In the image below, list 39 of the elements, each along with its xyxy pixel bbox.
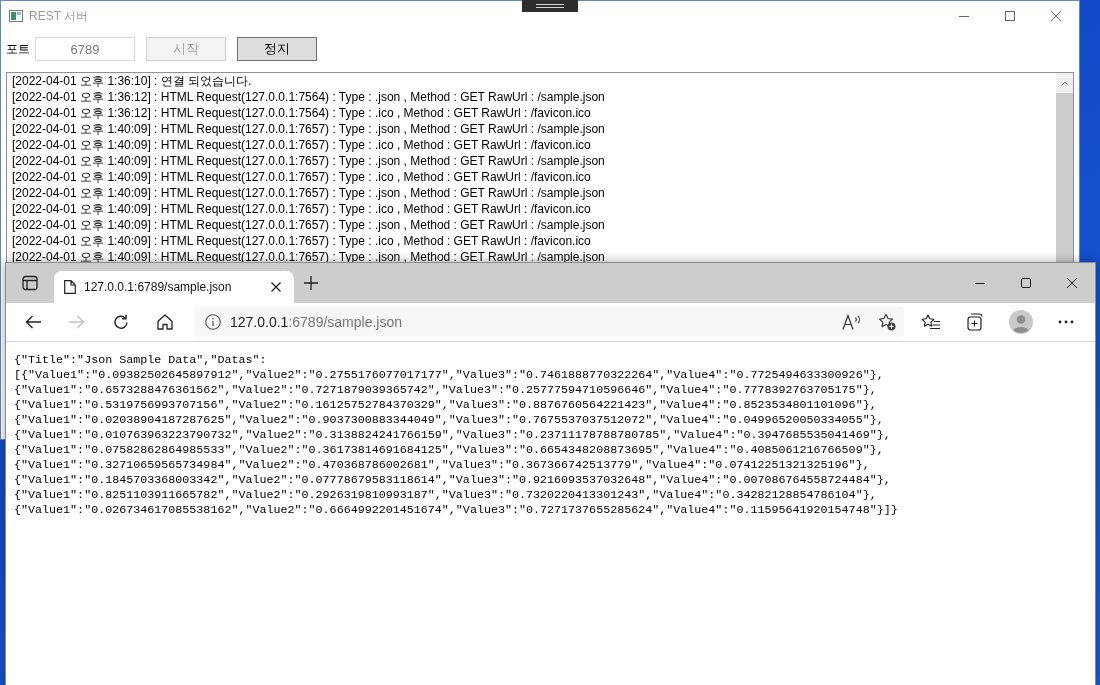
browser-tab[interactable]: 127.0.0.1:6789/sample.json xyxy=(54,271,294,303)
close-icon xyxy=(271,282,281,292)
window-title: REST 서버 xyxy=(29,7,89,25)
info-icon[interactable] xyxy=(205,314,221,330)
arrow-left-icon xyxy=(25,315,41,329)
log-line: [2022-04-01 오후 1:36:10] : 연결 되었습니다. xyxy=(12,73,252,89)
log-line: [2022-04-01 오후 1:40:09] : HTML Request(127.0.0.1:7657) : Type : .ico , Method : GET RawUrl : /favicon.ico xyxy=(12,169,591,185)
star-list-icon xyxy=(921,314,941,330)
maximize-icon xyxy=(1005,11,1015,21)
close-icon xyxy=(1067,278,1077,288)
log-line: [2022-04-01 오후 1:36:12] : HTML Request(127.0.0.1:7564) : Type : .json , Method : GET RawUrl : /sample.json xyxy=(12,89,605,105)
grip-handle[interactable] xyxy=(522,0,578,12)
log-line: [2022-04-01 오후 1:40:09] : HTML Request(127.0.0.1:7657) : Type : .ico , Method : GET RawUrl : /favicon.ico xyxy=(12,233,591,249)
arrow-right-icon xyxy=(69,315,85,329)
home-icon xyxy=(157,314,173,330)
log-line: [2022-04-01 오후 1:40:09] : HTML Request(127.0.0.1:7657) : Type : .json , Method : GET RawUrl : /sample.json xyxy=(12,185,605,201)
close-icon xyxy=(1051,11,1061,21)
log-line: [2022-04-01 오후 1:40:09] : HTML Request(127.0.0.1:7657) : Type : .ico , Method : GET RawUrl : /favicon.ico xyxy=(12,137,591,153)
plus-icon xyxy=(304,276,318,290)
document-icon xyxy=(64,280,76,294)
app-window-icon xyxy=(9,9,23,23)
avatar-icon xyxy=(1009,310,1033,334)
log-line: [2022-04-01 오후 1:40:09] : HTML Request(127.0.0.1:7657) : Type : .json , Method : GET RawUrl : /sample.json xyxy=(12,217,605,233)
stop-button[interactable]: 정지 xyxy=(237,37,317,61)
chevron-up-icon xyxy=(1060,80,1069,86)
json-response-text: {"Title":"Json Sample Data","Datas": [{"Value1":"0.09382502645897912","Value2":"0.2755176077017177","Value3":"0.7461888770322264","Value4":"0.7725494633300926"}, {"Value1":"0.6573288476361562","Value2":"0.7271879039365742","Value3":"0.25777594710596646","Value4":"0.7778392763705175"}, {"Value1":"0.5319756993707156","Value2":"0.16125752784370329","Value3":"0.8876760564221423","Value4":"0.8523534801101096"}, {"Value1":"0.02038904187287625","Value2":"0.9037300883344049","Value3":"0.7675537037512072","Value4":"0.04996520050334055"}, {"Value1":"0.010763963223790732","Value2":"0.3138824241766159","Value3":"0.23711178788780785","Value4":"0.3947685535041469"}, {"Value1":"0.07582862864985533","Value2":"0.36173814691684125","Value3":"0.6654348208873695","Value4":"0.4085061216766509"}, {"Value1":"0.32710659565734984","Value2":"0.470368786002681","Value3":"0.367366742513779","Value4":"0.07412251321325196"}, {"Value1":"0.1845703368003342","Value2":"0.07778679583118614","Value3":"0.9216093537032648","Value4":"0.007086764558724484"}, {"Value1":"0.8251103911665782","Value2":"0.2926319810993187","Value3":"0.7320220413301243","Value4":"0.34282128854786104"}, {"Value1":"0.026734617085538162","Value2":"0.6664992201451674","Value3":"0.7271737655285624","Value4":"0.11595641920154748"}]} xyxy=(14,353,898,518)
panel-icon xyxy=(22,275,38,291)
collections-icon xyxy=(967,313,985,331)
read-aloud-icon[interactable] xyxy=(842,314,862,330)
refresh-icon xyxy=(113,314,129,330)
star-plus-icon[interactable] xyxy=(878,313,896,331)
log-line: [2022-04-01 오후 1:36:12] : HTML Request(127.0.0.1:7564) : Type : .ico , Method : GET RawUrl : /favicon.ico xyxy=(12,105,591,121)
more-icon xyxy=(1058,320,1074,324)
port-label: 포트 xyxy=(6,40,30,58)
log-line: [2022-04-01 오후 1:40:09] : HTML Request(127.0.0.1:7657) : Type : .ico , Method : GET RawUrl : /favicon.ico xyxy=(12,201,591,217)
log-line: [2022-04-01 오후 1:40:09] : HTML Request(127.0.0.1:7657) : Type : .json , Method : GET RawUrl : /sample.json xyxy=(12,153,605,169)
address-bar[interactable]: 127.0.0.1:6789/sample.json xyxy=(194,307,904,337)
log-line: [2022-04-01 오후 1:40:09] : HTML Request(127.0.0.1:7657) : Type : .json , Method : GET RawUrl : /sample.json xyxy=(12,121,605,137)
maximize-icon xyxy=(1021,278,1031,288)
